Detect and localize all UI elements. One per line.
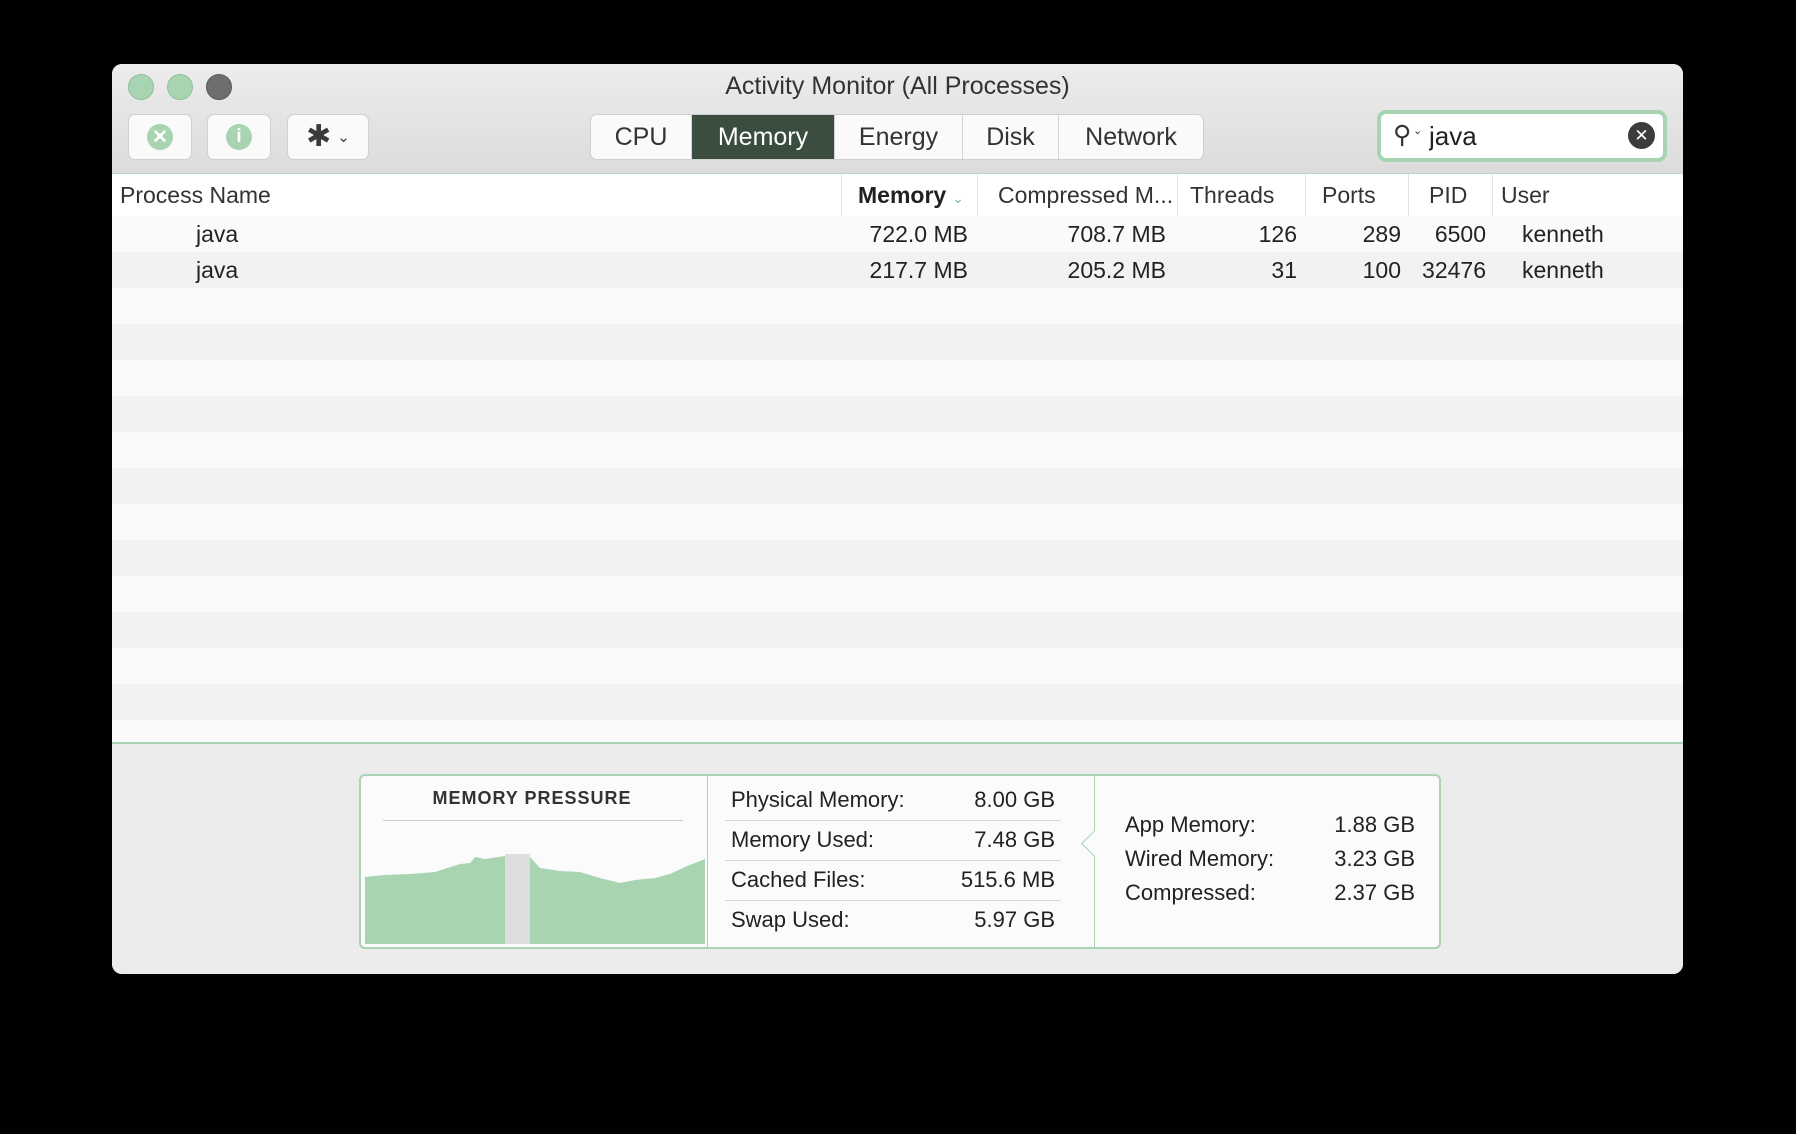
empty-row	[112, 576, 1683, 612]
breakdown-label: Wired Memory:	[1125, 846, 1275, 871]
search-icon: ⚲	[1393, 121, 1412, 149]
column-header-compressed-memory[interactable]: Compressed M...	[977, 174, 1177, 216]
column-header-label: Ports	[1322, 182, 1376, 208]
divider	[707, 776, 708, 947]
memory-pressure-area	[365, 854, 705, 944]
title-bar: Activity Monitor (All Processes) ✕ i ✱ ⌄…	[112, 64, 1683, 174]
search-input[interactable]	[1429, 118, 1615, 154]
breakdown-value: 3.23 GB	[1334, 846, 1415, 871]
stat-label: Memory Used:	[731, 827, 875, 852]
empty-row	[112, 684, 1683, 720]
stat-label: Swap Used:	[731, 907, 850, 932]
memory-cell: 217.7 MB	[869, 257, 968, 283]
table-body: java 722.0 MB 708.7 MB 126 289 6500 kenn…	[112, 216, 1683, 742]
column-header-label: PID	[1429, 182, 1468, 208]
breakdown-pointer	[1081, 830, 1108, 857]
window-title: Activity Monitor (All Processes)	[725, 72, 1070, 100]
process-name-cell: java	[196, 257, 239, 283]
tab-memory[interactable]: Memory	[692, 115, 835, 159]
threads-cell: 31	[1271, 257, 1297, 283]
info-icon: i	[226, 124, 252, 150]
column-header-memory[interactable]: Memory ⌄	[841, 174, 977, 216]
breakdown-compressed: Compressed: 2.37 GB	[1125, 876, 1415, 910]
tab-cpu[interactable]: CPU	[591, 115, 692, 159]
search-options-chevron-icon[interactable]: ⌄	[1413, 124, 1422, 137]
threads-cell: 126	[1258, 221, 1297, 247]
column-header-label: Threads	[1190, 182, 1275, 208]
column-header-pid[interactable]: PID	[1408, 174, 1492, 216]
empty-row	[112, 540, 1683, 576]
divider	[1094, 776, 1095, 947]
stat-value: 515.6 MB	[960, 867, 1055, 892]
table-row[interactable]: java 217.7 MB 205.2 MB 31 100 32476 kenn…	[112, 252, 1683, 288]
column-header-ports[interactable]: Ports	[1305, 174, 1408, 216]
memory-cell: 722.0 MB	[869, 221, 968, 247]
stat-memory-used: Memory Used: 7.48 GB	[725, 820, 1061, 861]
tab-network[interactable]: Network	[1059, 115, 1203, 159]
empty-row	[112, 720, 1683, 742]
empty-row	[112, 396, 1683, 432]
user-cell: kenneth	[1522, 257, 1604, 283]
column-header-label: Memory	[858, 182, 947, 208]
breakdown-value: 1.88 GB	[1334, 812, 1415, 837]
tab-disk[interactable]: Disk	[963, 115, 1059, 159]
compressed-memory-cell: 205.2 MB	[1067, 257, 1166, 283]
empty-row	[112, 504, 1683, 540]
stat-value: 7.48 GB	[974, 827, 1055, 852]
column-header-user[interactable]: User	[1492, 174, 1683, 216]
ports-cell: 289	[1362, 221, 1401, 247]
compressed-memory-cell: 708.7 MB	[1067, 221, 1166, 247]
divider	[383, 820, 683, 821]
column-header-process-name[interactable]: Process Name	[120, 174, 840, 216]
breakdown-app-memory: App Memory: 1.88 GB	[1125, 808, 1415, 842]
view-tabs: CPU Memory Energy Disk Network	[590, 114, 1204, 160]
empty-row	[112, 324, 1683, 360]
column-header-label: Compressed M...	[998, 182, 1174, 208]
memory-summary-pane: MEMORY PRESSURE Physical Memory: 8.00 GB…	[112, 742, 1683, 974]
action-menu-button[interactable]: ✱ ⌄	[287, 114, 369, 160]
stat-label: Cached Files:	[731, 867, 866, 892]
table-row[interactable]: java 722.0 MB 708.7 MB 126 289 6500 kenn…	[112, 216, 1683, 252]
memory-pressure-title: MEMORY PRESSURE	[432, 788, 632, 808]
activity-monitor-window: Activity Monitor (All Processes) ✕ i ✱ ⌄…	[112, 64, 1683, 974]
search-field[interactable]: ⚲ ⌄ ✕	[1377, 110, 1667, 162]
sort-descending-icon: ⌄	[952, 190, 964, 206]
empty-row	[112, 432, 1683, 468]
gear-icon: ✱	[306, 120, 332, 153]
process-name-cell: java	[196, 221, 239, 247]
breakdown-wired-memory: Wired Memory: 3.23 GB	[1125, 842, 1415, 876]
empty-row	[112, 648, 1683, 684]
user-cell: kenneth	[1522, 221, 1604, 247]
memory-pressure-graph	[365, 854, 705, 944]
stop-process-button[interactable]: ✕	[128, 114, 192, 160]
pid-cell: 32476	[1422, 257, 1486, 283]
breakdown-label: Compressed:	[1125, 880, 1256, 905]
inspect-process-button[interactable]: i	[207, 114, 271, 160]
empty-row	[112, 468, 1683, 504]
stat-physical-memory: Physical Memory: 8.00 GB	[725, 780, 1061, 821]
clear-search-icon[interactable]: ✕	[1628, 122, 1655, 149]
stat-label: Physical Memory:	[731, 787, 905, 812]
stat-value: 5.97 GB	[974, 907, 1055, 932]
stat-cached-files: Cached Files: 515.6 MB	[725, 860, 1061, 901]
pid-cell: 6500	[1434, 221, 1486, 247]
breakdown-label: App Memory:	[1125, 812, 1256, 837]
stat-value: 8.00 GB	[974, 787, 1055, 812]
column-header-label: Process Name	[120, 182, 271, 208]
tab-energy[interactable]: Energy	[835, 115, 963, 159]
stop-icon: ✕	[147, 124, 173, 150]
stat-swap-used: Swap Used: 5.97 GB	[725, 900, 1061, 940]
breakdown-value: 2.37 GB	[1334, 880, 1415, 905]
memory-pressure-gap	[505, 854, 530, 944]
column-header-threads[interactable]: Threads	[1177, 174, 1305, 216]
ports-cell: 100	[1362, 257, 1401, 283]
empty-row	[112, 360, 1683, 396]
empty-row	[112, 612, 1683, 648]
chevron-down-icon: ⌄	[337, 129, 350, 146]
column-header-label: User	[1501, 182, 1550, 208]
empty-row	[112, 288, 1683, 324]
memory-stats-panel: MEMORY PRESSURE Physical Memory: 8.00 GB…	[359, 774, 1441, 949]
table-header: Process Name Memory ⌄ Compressed M... Thr…	[112, 174, 1683, 217]
process-table: Process Name Memory ⌄ Compressed M... Thr…	[112, 174, 1683, 742]
